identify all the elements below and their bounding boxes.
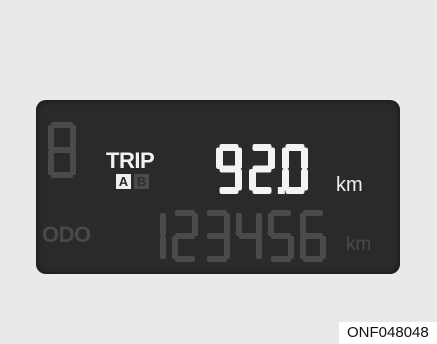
digit-2	[172, 210, 198, 262]
segment-b	[224, 213, 230, 236]
segment-g	[51, 147, 73, 153]
segment-d	[51, 172, 73, 178]
segment-e	[172, 236, 178, 259]
segment-d	[252, 187, 272, 194]
segment-d	[175, 256, 195, 262]
digit-9	[216, 144, 242, 194]
segment-g	[219, 165, 239, 173]
trip-unit: km	[336, 174, 363, 196]
segment-e	[48, 150, 54, 175]
segment-f	[282, 147, 289, 169]
digit-8	[48, 122, 76, 178]
lcd-display: TRIP A B km ODO km	[36, 100, 400, 274]
segment-e	[282, 169, 289, 191]
digit-1	[160, 213, 166, 259]
segment-d	[271, 256, 291, 262]
odo-value-digits	[160, 210, 326, 262]
segment-b	[256, 213, 262, 236]
digit-3	[207, 210, 230, 262]
odo-unit: km	[346, 234, 372, 255]
segment-f	[236, 213, 242, 236]
digit-6	[300, 210, 326, 262]
cluster-illustration: TRIP A B km ODO km ONF048048	[0, 0, 437, 344]
segment-c	[256, 236, 262, 259]
digit-4	[236, 213, 262, 259]
digit-5	[268, 210, 294, 262]
trip-a-badge: A	[116, 174, 131, 189]
segment-b	[70, 125, 76, 150]
trip-label: TRIP	[106, 148, 155, 173]
segment-b	[192, 213, 198, 236]
segment-b	[160, 213, 166, 236]
segment-c	[288, 236, 294, 259]
digit-2	[249, 144, 275, 194]
segment-c	[224, 236, 230, 259]
segment-f	[268, 213, 274, 236]
segment-f	[300, 213, 306, 236]
trip-b-badge: B	[134, 174, 149, 189]
digit-0	[282, 144, 308, 194]
segment-c	[70, 150, 76, 175]
segment-e	[300, 236, 306, 259]
odo-label: ODO	[42, 222, 91, 247]
segment-d	[219, 187, 239, 194]
gear-indicator-digit	[48, 122, 76, 178]
segment-b	[301, 147, 308, 169]
figure-code: ONF048048	[339, 322, 437, 344]
segment-c	[320, 236, 326, 259]
segment-d	[207, 256, 227, 262]
segment-f	[48, 125, 54, 150]
trip-value-digits	[216, 144, 308, 194]
segment-a	[51, 122, 73, 128]
segment-c	[160, 236, 166, 259]
